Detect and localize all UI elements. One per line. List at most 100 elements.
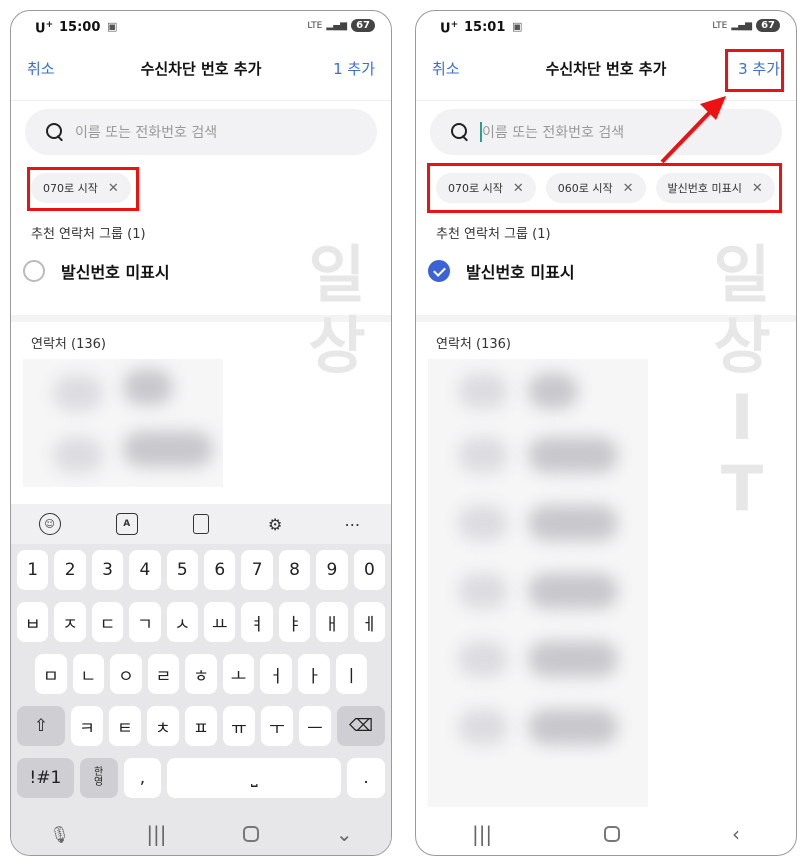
status-bar: U+ 15:00 ▣ LTE ▂▄▆ 67 bbox=[11, 11, 391, 45]
search-icon bbox=[450, 122, 470, 142]
key[interactable]: ㅡ bbox=[299, 706, 331, 746]
group-section-label: 추천 연락처 그룹 (1) bbox=[31, 227, 146, 242]
keyboard: 1 2 3 4 5 6 7 8 9 0 ㅂ ㅈ ㄷ ㄱ ㅅ ㅛ ㅕ ㅑ ㅐ ㅔ … bbox=[11, 544, 391, 816]
key[interactable]: ㅐ bbox=[316, 602, 348, 642]
home-icon[interactable] bbox=[604, 826, 621, 842]
shift-key-icon[interactable]: ⇧ bbox=[17, 706, 65, 746]
search-icon bbox=[45, 122, 65, 142]
battery-icon: 67 bbox=[351, 19, 375, 32]
key[interactable]: ㅁ bbox=[35, 654, 67, 694]
signal-icon: ▂▄▆ bbox=[326, 20, 348, 31]
more-icon[interactable]: ⋯ bbox=[341, 513, 363, 535]
home-icon[interactable] bbox=[243, 826, 260, 842]
mic-icon[interactable]: 🎙 bbox=[49, 825, 69, 844]
keyboard-row-numbers: 1 2 3 4 5 6 7 8 9 0 bbox=[17, 550, 386, 590]
search-input[interactable]: 이름 또는 전화번호 검색 bbox=[25, 109, 377, 155]
keyboard-row-4: ⇧ ㅋ ㅌ ㅊ ㅍ ㅠ ㅜ ㅡ ⌫ bbox=[17, 706, 385, 746]
key[interactable]: ㅜ bbox=[261, 706, 293, 746]
keyboard-row-2: ㅂ ㅈ ㄷ ㄱ ㅅ ㅛ ㅕ ㅑ ㅐ ㅔ bbox=[17, 602, 386, 642]
key[interactable]: ㅎ bbox=[185, 654, 217, 694]
comma-key[interactable]: , bbox=[123, 758, 162, 798]
check-icon[interactable] bbox=[428, 260, 450, 282]
recent-apps-icon[interactable]: ||| bbox=[472, 822, 492, 846]
gear-icon[interactable]: ⚙ bbox=[264, 513, 286, 535]
backspace-key-icon[interactable]: ⌫ bbox=[337, 706, 385, 746]
key[interactable]: ㄴ bbox=[72, 654, 105, 694]
highlight-box bbox=[725, 49, 784, 92]
key[interactable]: ㅗ bbox=[222, 654, 255, 694]
key[interactable]: 2 bbox=[54, 550, 86, 590]
carrier-label: U+ bbox=[35, 20, 54, 37]
recent-apps-icon[interactable]: ||| bbox=[146, 822, 166, 846]
battery-icon: 67 bbox=[756, 19, 780, 32]
sticker-icon[interactable]: A bbox=[115, 513, 138, 535]
keyboard-row-5: !#1 한영 , ⎵ . ⌕ bbox=[17, 758, 385, 798]
keyboard-toolbar: ☺ A ⚙ ⋯ bbox=[11, 504, 391, 544]
status-right: LTE ▂▄▆ 67 bbox=[307, 19, 375, 32]
key[interactable]: 1 bbox=[17, 550, 49, 590]
key[interactable]: ㅅ bbox=[166, 602, 199, 642]
key[interactable]: ㅋ bbox=[71, 706, 103, 746]
status-time: 15:00 bbox=[59, 20, 101, 35]
chevron-down-icon[interactable]: ⌄ bbox=[336, 822, 353, 846]
key[interactable]: 5 bbox=[166, 550, 199, 590]
watermark: 일 상 I T bbox=[713, 238, 771, 525]
search-placeholder: 이름 또는 전화번호 검색 bbox=[482, 125, 625, 141]
status-time: 15:01 bbox=[464, 20, 506, 35]
key[interactable]: 8 bbox=[278, 550, 311, 590]
screenshot-icon: ▣ bbox=[107, 20, 118, 33]
status-right: LTE ▂▄▆ 67 bbox=[712, 19, 780, 32]
keyboard-row-3: ㅁ ㄴ ㅇ ㄹ ㅎ ㅗ ㅓ ㅏ ㅣ bbox=[35, 654, 368, 694]
key[interactable]: ㄹ bbox=[147, 654, 180, 694]
emoji-icon[interactable]: ☺ bbox=[38, 513, 61, 535]
key[interactable]: 6 bbox=[204, 550, 236, 590]
blurred-contacts bbox=[428, 359, 648, 807]
network-label: LTE bbox=[307, 20, 323, 31]
space-key-icon[interactable]: ⎵ bbox=[167, 758, 342, 798]
key[interactable]: ㅍ bbox=[185, 706, 217, 746]
language-key[interactable]: 한영 bbox=[79, 758, 118, 798]
key[interactable]: 9 bbox=[316, 550, 348, 590]
nav-bar: 🎙 ||| ⌄ bbox=[11, 813, 391, 855]
key[interactable]: ㄱ bbox=[129, 602, 161, 642]
phone-screen-left: U+ 15:00 ▣ LTE ▂▄▆ 67 취소 수신차단 번호 추가 1 추가… bbox=[10, 10, 392, 856]
clipboard-icon[interactable] bbox=[192, 514, 209, 534]
key[interactable]: ㅏ bbox=[297, 654, 330, 694]
highlight-box bbox=[27, 167, 139, 211]
key[interactable]: ㅈ bbox=[54, 602, 86, 642]
screenshot-icon: ▣ bbox=[512, 20, 523, 33]
key[interactable]: 7 bbox=[241, 550, 273, 590]
search-input[interactable]: 이름 또는 전화번호 검색 bbox=[430, 109, 782, 155]
key[interactable]: ㅌ bbox=[109, 706, 141, 746]
nav-bar: ||| ‹ bbox=[416, 813, 796, 855]
symbols-key[interactable]: !#1 bbox=[17, 758, 74, 798]
key[interactable]: ㅔ bbox=[353, 602, 386, 642]
add-button[interactable]: 1 추가 bbox=[333, 58, 375, 79]
group-item-label: 발신번호 미표시 bbox=[466, 263, 575, 282]
key[interactable]: ㅂ bbox=[17, 602, 49, 642]
key[interactable]: ㄷ bbox=[91, 602, 124, 642]
key[interactable]: ㅛ bbox=[204, 602, 236, 642]
key[interactable]: ㅠ bbox=[223, 706, 255, 746]
network-label: LTE bbox=[712, 20, 728, 31]
key[interactable]: 0 bbox=[353, 550, 386, 590]
key[interactable]: ㅕ bbox=[241, 602, 273, 642]
group-item-label: 발신번호 미표시 bbox=[61, 263, 170, 282]
period-key[interactable]: . bbox=[347, 758, 385, 798]
highlight-box bbox=[427, 163, 782, 213]
key[interactable]: 3 bbox=[91, 550, 124, 590]
group-section-label: 추천 연락처 그룹 (1) bbox=[436, 227, 551, 242]
key[interactable]: ㅇ bbox=[110, 654, 142, 694]
contacts-section-label: 연락처 (136) bbox=[436, 337, 511, 352]
key[interactable]: ㅑ bbox=[278, 602, 311, 642]
status-bar: U+ 15:01 ▣ LTE ▂▄▆ 67 bbox=[416, 11, 796, 45]
radio-button[interactable] bbox=[23, 260, 45, 282]
key[interactable]: ㅓ bbox=[260, 654, 292, 694]
signal-icon: ▂▄▆ bbox=[731, 20, 753, 31]
key[interactable]: ㅣ bbox=[335, 654, 368, 694]
carrier-label: U+ bbox=[440, 20, 459, 37]
back-icon[interactable]: ‹ bbox=[732, 822, 740, 846]
key[interactable]: ㅊ bbox=[147, 706, 179, 746]
key[interactable]: 4 bbox=[129, 550, 161, 590]
phone-screen-right: U+ 15:01 ▣ LTE ▂▄▆ 67 취소 수신차단 번호 추가 3 추가… bbox=[415, 10, 797, 856]
